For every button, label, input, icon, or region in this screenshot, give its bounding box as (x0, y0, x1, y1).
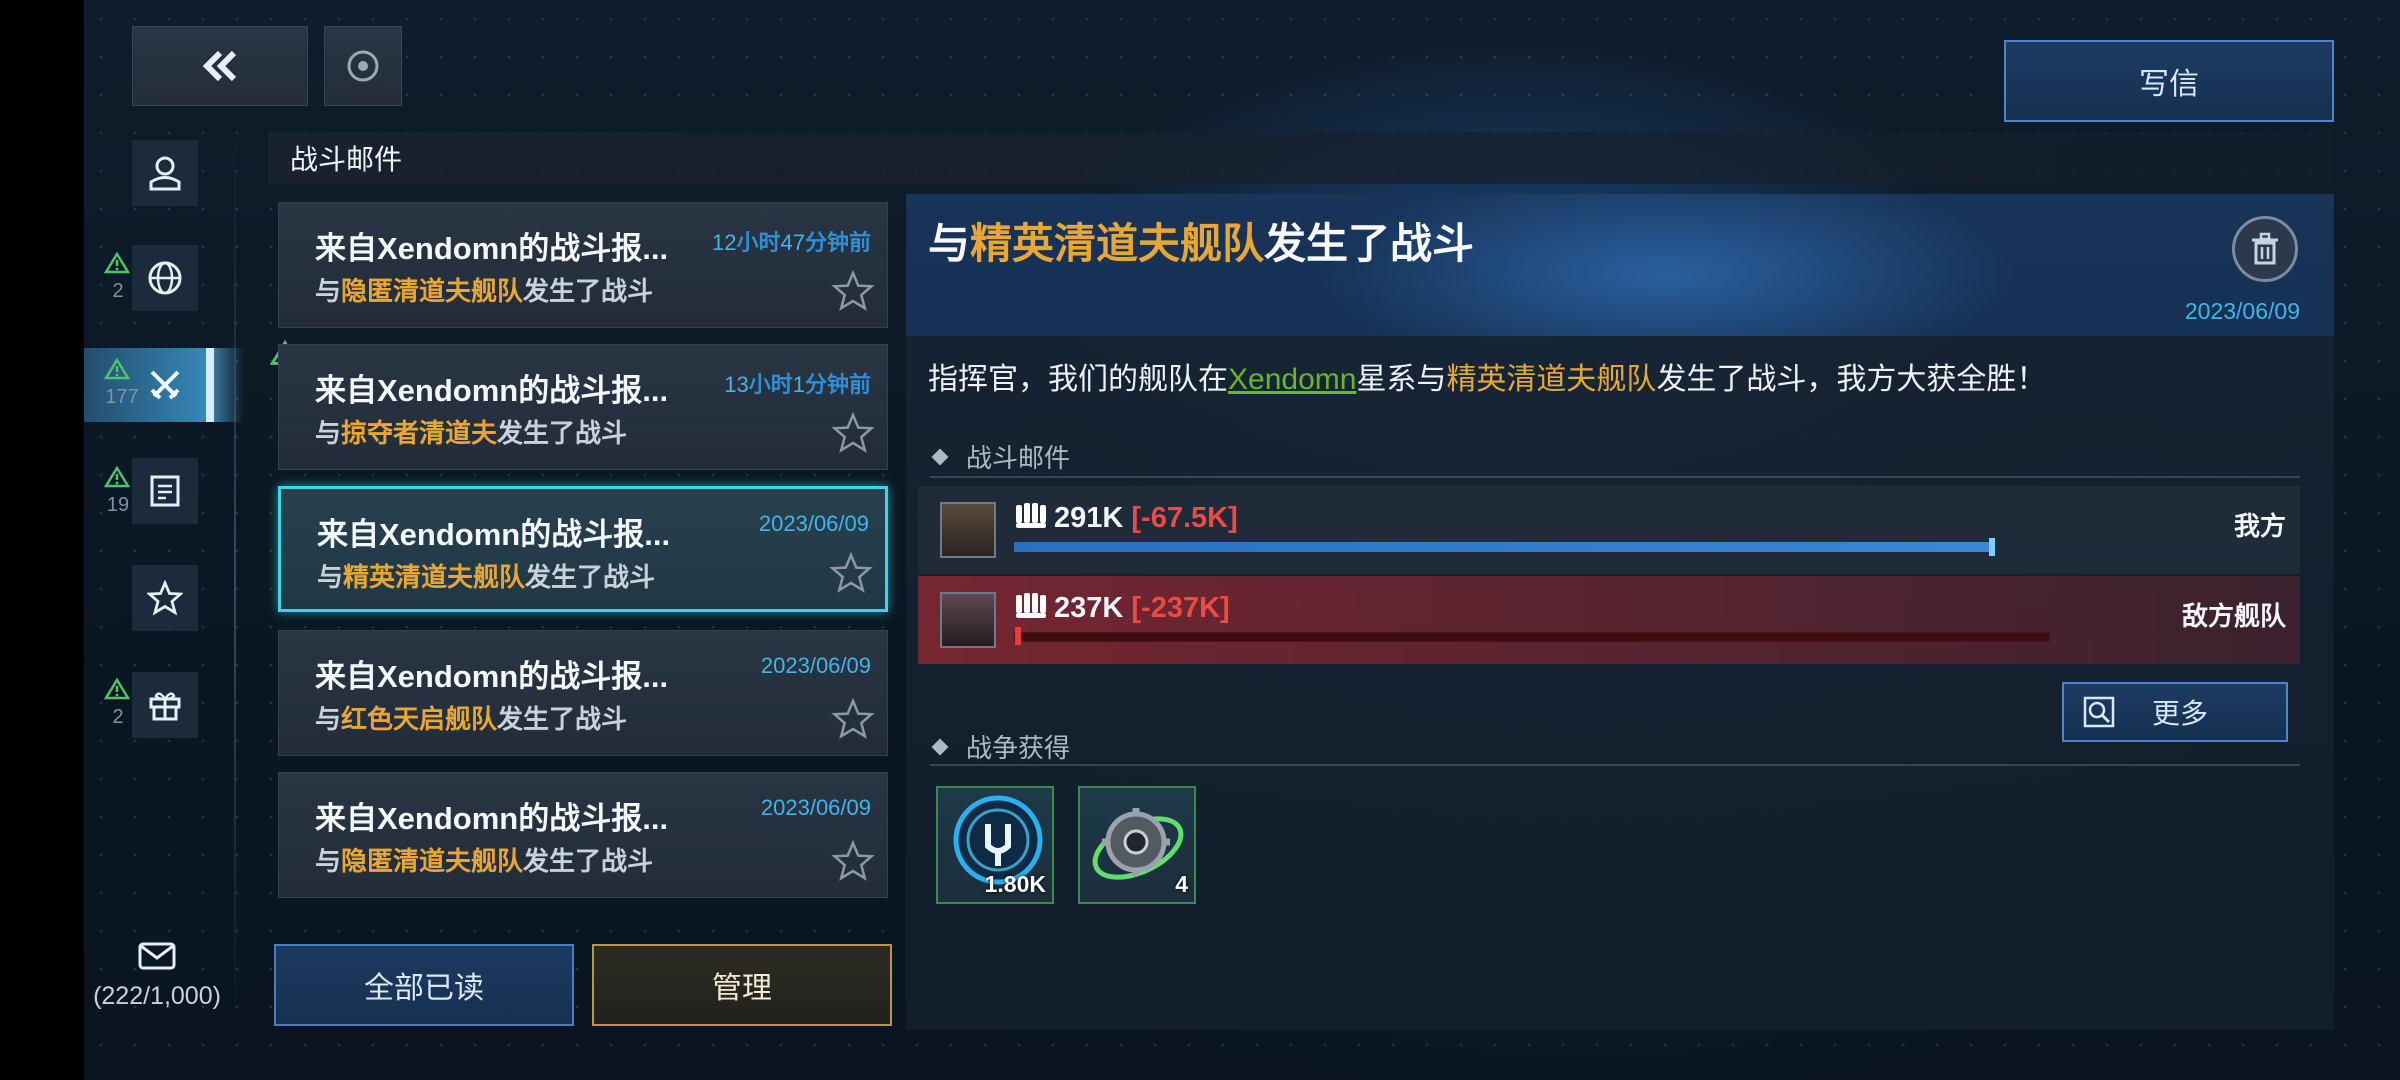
mail-title: 来自Xendomn的战斗报... (315, 801, 669, 836)
mail-time: 2023/06/09 (760, 795, 871, 820)
spoils-section-header: 战争获得 (931, 728, 1070, 765)
mail-capacity: (222/1,000) (93, 982, 221, 1010)
alert-icon (104, 678, 130, 700)
favorite-star-icon[interactable] (831, 697, 875, 741)
reward-item[interactable]: 4 (1078, 786, 1196, 904)
mail-item[interactable]: 来自Xendomn的战斗报... 2023/06/09 与红色天启舰队发生了战斗 (278, 630, 888, 756)
document-icon (150, 475, 180, 507)
target-icon (347, 50, 379, 82)
double-chevron-left-icon (202, 50, 237, 82)
my-power: 291K [-67.5K] (1014, 502, 1238, 535)
enemy-avatar (940, 592, 996, 648)
my-hp-bar (1014, 538, 2284, 556)
mailbox-icon (138, 942, 176, 970)
nav-gifts[interactable] (132, 672, 198, 738)
mail-item-selected[interactable]: 来自Xendomn的战斗报... 2023/06/09 与精英清道夫舰队发生了战… (278, 486, 888, 612)
my-hp-fill (1014, 542, 1992, 552)
my-side-label: 我方 (2233, 511, 2286, 541)
nav-badge-gifts: 2 (112, 706, 124, 728)
list-header-bar (268, 132, 2334, 184)
nav-divider (234, 130, 236, 1030)
nav-badge-global: 2 (112, 280, 124, 302)
my-hp-marker (1988, 538, 1995, 556)
mail-title: 来自Xendomn的战斗报... (315, 373, 669, 408)
section-title: 战斗邮件 (290, 144, 403, 175)
favorite-star-icon[interactable] (829, 551, 873, 595)
magnifier-icon (2083, 696, 2115, 728)
mail-item[interactable]: 来自Xendomn的战斗报... 2023/06/09 与隐匿清道夫舰队发生了战… (278, 772, 888, 898)
nav-active-glow (214, 348, 244, 422)
delete-button[interactable] (2232, 216, 2298, 282)
mail-subject: 与隐匿清道夫舰队发生了战斗 (315, 846, 654, 876)
alert-icon (104, 358, 130, 380)
mail-item[interactable]: 来自Xendomn的战斗报... 13小时1分钟前 与掠夺者清道夫发生了战斗 (278, 344, 888, 470)
nav-favorites[interactable] (132, 565, 198, 631)
mail-item[interactable]: 来自Xendomn的战斗报... 12小时47分钟前 与隐匿清道夫舰队发生了战斗 (278, 202, 888, 328)
globe-icon (148, 261, 182, 295)
crossed-swords-icon (150, 370, 180, 400)
nav-badge-battle: 177 (105, 386, 139, 408)
mail-subject: 与掠夺者清道夫发生了战斗 (315, 418, 628, 448)
more-label: 更多 (2152, 698, 2209, 729)
star-icon (147, 580, 183, 616)
write-mail-button[interactable]: 写信 (2004, 40, 2334, 122)
manage-button[interactable]: 管理 (592, 944, 892, 1026)
mark-all-read-button[interactable]: 全部已读 (274, 944, 574, 1026)
diamond-bullet-icon (931, 448, 949, 466)
nav-badge-reports: 19 (106, 494, 130, 516)
trash-icon (2252, 232, 2278, 265)
my-fleet-row: 291K [-67.5K] 我方 (918, 486, 2300, 574)
more-details-button[interactable]: 更多 (2062, 682, 2288, 742)
detail-message: 指挥官，我们的舰队在Xendomn星系与精英清道夫舰队发生了战斗，我方大获全胜！ (928, 363, 2047, 396)
battle-section-header: 战斗邮件 (931, 438, 1070, 475)
mail-title: 来自Xendomn的战斗报... (315, 231, 669, 266)
favorite-star-icon[interactable] (831, 839, 875, 883)
target-button[interactable] (324, 26, 402, 106)
power-fist-icon (1016, 593, 1046, 619)
detail-date: 2023/06/09 (2184, 298, 2300, 324)
enemy-hp-marker (1015, 627, 1021, 645)
commander-avatar (940, 502, 996, 558)
mail-time: 12小时47分钟前 (712, 230, 871, 255)
gift-icon (149, 692, 181, 721)
enemy-hp-bar (1014, 627, 2050, 645)
section-divider (930, 764, 2300, 766)
nav-personal[interactable] (132, 140, 198, 206)
section-divider (930, 476, 2300, 478)
enemy-power: 237K [-237K] (1014, 592, 1230, 625)
person-icon (149, 156, 181, 191)
enemy-fleet-row: 237K [-237K] 敌方舰队 (918, 576, 2300, 664)
nav-reports[interactable] (132, 458, 198, 524)
nav-global[interactable] (132, 245, 198, 311)
system-link[interactable]: Xendomn (1228, 363, 1356, 396)
power-fist-icon (1016, 503, 1046, 529)
back-button[interactable] (132, 26, 308, 106)
reward-count: 4 (1175, 871, 1188, 897)
mail-title: 来自Xendomn的战斗报... (317, 517, 671, 552)
detail-title: 与精英清道夫舰队发生了战斗 (928, 220, 1475, 267)
favorite-star-icon[interactable] (831, 411, 875, 455)
mail-time: 2023/06/09 (760, 653, 871, 678)
favorite-star-icon[interactable] (831, 269, 875, 313)
mail-subject: 与精英清道夫舰队发生了战斗 (317, 562, 656, 592)
reward-count: 1.80K (984, 871, 1046, 897)
mail-subject: 与隐匿清道夫舰队发生了战斗 (315, 276, 654, 306)
diamond-bullet-icon (931, 738, 949, 756)
alert-icon (104, 252, 130, 274)
nav-active-indicator (206, 348, 214, 422)
reward-item[interactable]: 1.80K (936, 786, 1054, 904)
alert-icon (104, 466, 130, 488)
enemy-side-label: 敌方舰队 (2181, 601, 2286, 631)
mail-subject: 与红色天启舰队发生了战斗 (315, 704, 628, 734)
mail-time: 13小时1分钟前 (724, 372, 871, 397)
mail-time: 2023/06/09 (758, 511, 869, 536)
mail-title: 来自Xendomn的战斗报... (315, 659, 669, 694)
